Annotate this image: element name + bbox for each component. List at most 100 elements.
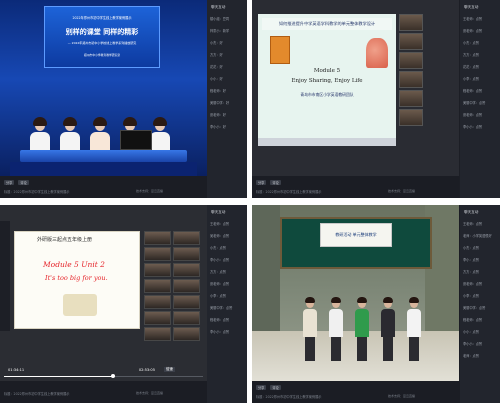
- share-button[interactable]: 分享: [256, 180, 267, 185]
- chat-message: 楼小组：豆同: [210, 17, 230, 21]
- chat-message: 李小小：点赞: [463, 125, 483, 129]
- chat-message: 小杰：点赞: [210, 246, 226, 250]
- chat-message: 程老师：好: [210, 89, 226, 93]
- participant-video[interactable]: [399, 52, 423, 69]
- participant-cameras: [399, 14, 423, 128]
- slide-band: 如何推进提升中学英语学科教学的单元整体教学设计: [262, 18, 392, 30]
- chat-message: 老师：小学英语很好: [463, 234, 492, 238]
- participant-video[interactable]: [399, 33, 423, 50]
- participant-video[interactable]: [399, 71, 423, 88]
- studio-desk-front: [10, 162, 197, 176]
- participant-video[interactable]: [399, 109, 423, 126]
- laptop: [120, 130, 152, 150]
- chat-message: 王老师：点赞: [463, 222, 483, 226]
- player-controls: 分享 评论: [256, 180, 284, 185]
- teacher: [406, 297, 422, 361]
- participant-video[interactable]: [173, 279, 200, 293]
- participant-video[interactable]: [399, 14, 423, 31]
- slide-title-module: Module 5: [313, 68, 341, 74]
- comment-button[interactable]: 评论: [270, 385, 281, 390]
- activity-banner: 教研活动 单元整体教学: [320, 223, 392, 247]
- chat-message: 张老师：好: [210, 113, 226, 117]
- chat-message: 王老师：点赞: [210, 222, 230, 226]
- left-toolbar: [0, 221, 10, 331]
- progress-handle[interactable]: [111, 374, 116, 378]
- video-player[interactable]: 2022年郑州市初中学生线上教学案例展示 别样的课堂 同样的精彩 — 2022年…: [0, 0, 207, 176]
- stream-title: 标题：2022郑州市初中学生线上教学案例展示: [256, 395, 322, 399]
- chat-message: 花花：好: [210, 65, 223, 69]
- participant-video[interactable]: [144, 231, 171, 245]
- share-button[interactable]: 分享: [4, 180, 15, 185]
- chat-message: 美丽中学：点赞: [463, 101, 486, 105]
- progress-bar[interactable]: [4, 374, 203, 378]
- screen-subtitle: — 2022年郑州市初中小学校线上教学系列播放研究: [67, 41, 137, 45]
- studio-screen: 2022年郑州市初中学生线上教学案例展示 别样的课堂 同样的精彩 — 2022年…: [44, 6, 160, 68]
- player-bar: 分享 评论 标题：2022郑州市初中学生线上教学案例展示 技术支持：豆云直播: [252, 381, 459, 403]
- video-player[interactable]: 教研活动 单元整体教学: [252, 205, 459, 381]
- tech-support: 技术支持：豆云直播: [135, 189, 163, 193]
- presenter: [88, 117, 112, 154]
- slide-title: 外研版三起点五年级上册: [37, 237, 93, 243]
- screen-caption: 2022年郑州市初中学生线上教学案例展示: [72, 16, 132, 20]
- chat-message: 李小小：点赞: [463, 342, 483, 346]
- chat-message: 小小：点赞: [463, 330, 479, 334]
- player-bar: 标题：2022郑州市初中学生线上教学案例展示 技术支持：豆云直播: [0, 381, 207, 403]
- chat-message: 美丽中学：点赞: [210, 306, 233, 310]
- video-player[interactable]: 如何推进提升中学英语学科教学的单元整体教学设计 Module 5 Enjoy S…: [252, 0, 459, 176]
- participant-video[interactable]: [173, 295, 200, 309]
- chat-title: 聊天互动: [211, 5, 226, 9]
- teacher: [302, 297, 318, 361]
- chat-sidebar: 聊天互动 王老师：点赞 吴老师：点赞 小杰：点赞 李小小：点赞 方方：点赞 张老…: [207, 205, 247, 403]
- chat-message: 吴老师：点赞: [210, 234, 230, 238]
- share-button[interactable]: 分享: [256, 385, 267, 390]
- video-player[interactable]: 外研版三起点五年级上册 Module 5 Unit 2 It's too big…: [0, 205, 207, 381]
- chat-message: 李小小：点赞: [210, 258, 230, 262]
- participant-video[interactable]: [173, 327, 200, 341]
- participant-video[interactable]: [144, 311, 171, 325]
- chat-title: 聊天互动: [464, 210, 479, 214]
- current-time: 01:34:11: [8, 368, 25, 372]
- stream-panel-4: 教研活动 单元整体教学 分享 评论 标题：2022郑州市初中学生线上教学案例展示…: [252, 205, 500, 403]
- desktop-taskbar: [258, 138, 396, 146]
- comment-button[interactable]: 评论: [270, 180, 281, 185]
- stream-title: 标题：2022郑州市初中学生线上教学案例展示: [256, 190, 322, 194]
- chat-message: 张老师：点赞: [463, 113, 483, 117]
- chat-message: 张老师：点赞: [210, 282, 230, 286]
- stream-title: 标题：2022郑州市初中学生线上教学案例展示: [4, 190, 70, 194]
- participant-video[interactable]: [144, 279, 171, 293]
- player-controls: 分享 评论: [256, 385, 284, 390]
- screen-org: 郑州市中小学教育教学研究室: [83, 53, 121, 57]
- slide-unit: Module 5 Unit 2: [43, 260, 105, 269]
- chat-message: 小杰：好: [210, 41, 223, 45]
- participant-video[interactable]: [173, 311, 200, 325]
- participant-video[interactable]: [144, 295, 171, 309]
- chat-sidebar: 聊天互动 王老师：点赞 老师：小学英语很好 小杰：点赞 李小：点赞 方方：点赞 …: [460, 205, 500, 403]
- teacher: [354, 297, 370, 361]
- chat-title: 聊天互动: [211, 210, 226, 214]
- chat-message: 美丽中学：好: [210, 101, 230, 105]
- lesson-slide: 如何推进提升中学英语学科教学的单元整体教学设计 Module 5 Enjoy S…: [258, 14, 396, 138]
- chat-message: 梓童小：新学: [210, 29, 230, 33]
- chat-message: 王老师：点赞: [463, 17, 483, 21]
- participant-video[interactable]: [144, 247, 171, 261]
- participant-video[interactable]: [173, 231, 200, 245]
- chat-message: 方方：点赞: [210, 270, 226, 274]
- textbook-image: [270, 36, 290, 64]
- tech-support: 技术支持：豆云直播: [387, 189, 415, 193]
- playback-speed-button[interactable]: 倍速: [163, 367, 175, 372]
- decoration-image: [366, 38, 388, 68]
- chat-message: 花花：点赞: [463, 65, 479, 69]
- slide-title-topic: Enjoy Sharing, Enjoy Life: [291, 78, 363, 84]
- teacher: [328, 297, 344, 361]
- comment-button[interactable]: 评论: [18, 180, 29, 185]
- participant-video[interactable]: [399, 90, 423, 107]
- screen-title: 别样的课堂 同样的精彩: [65, 28, 139, 36]
- participant-video[interactable]: [144, 327, 171, 341]
- stream-panel-3: 外研版三起点五年级上册 Module 5 Unit 2 It's too big…: [0, 205, 247, 403]
- chat-title: 聊天互动: [464, 5, 479, 9]
- participant-video[interactable]: [173, 263, 200, 277]
- participant-video[interactable]: [144, 263, 171, 277]
- presenter: [28, 117, 52, 154]
- chat-sidebar: 聊天互动 王老师：点赞 张老师：点赞 小杰：点赞 方方：点赞 花花：点赞 小李：…: [460, 0, 500, 198]
- participant-video[interactable]: [173, 247, 200, 261]
